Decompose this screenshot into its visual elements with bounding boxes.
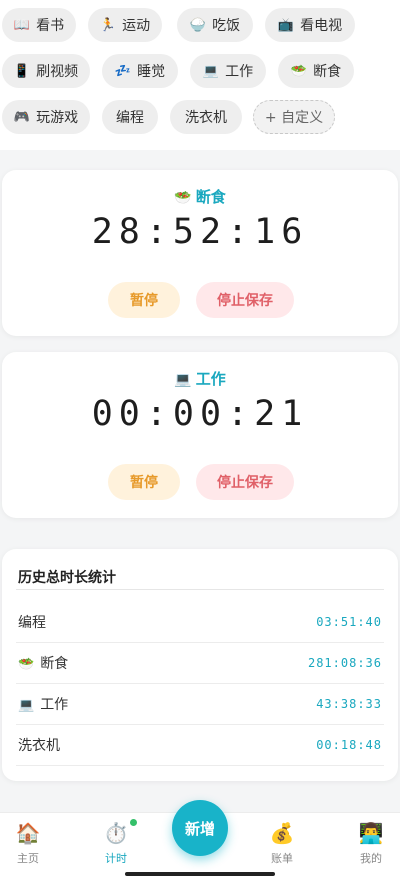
tab-bill[interactable]: 💰 账单 [252, 821, 312, 866]
chip-gaming[interactable]: 🎮 玩游戏 [2, 100, 90, 134]
salad-icon: 🥗 [290, 63, 308, 79]
tab-label: 主页 [17, 852, 39, 865]
chip-label: 玩游戏 [36, 110, 79, 126]
chip-add-custom[interactable]: + 自定义 [253, 100, 335, 134]
chip-label: 看书 [36, 18, 65, 34]
laptop-icon: 💻 [202, 63, 220, 79]
house-icon: 🏠 [15, 821, 41, 845]
timer-title: 💻 工作 [2, 368, 398, 389]
timer-title: 🥗 断食 [2, 186, 398, 207]
activity-label: 编程 [18, 615, 46, 631]
chip-label: + 自定义 [264, 110, 324, 126]
chip-reading[interactable]: 📖 看书 [2, 8, 76, 42]
activity-chip-panel: 📖 看书 🏃 运动 🍚 吃饭 📺 看电视 📱 刷视频 💤 睡觉 💻 工作 🥗 断… [0, 0, 400, 150]
timer-clock: 28:52:16 [91, 212, 309, 252]
timer-clock: 00:00:21 [91, 394, 309, 434]
history-stats-card: 历史总时长统计 编程 03:51:40 🥗 断食 281:08:36 💻 工作 43… [2, 549, 398, 781]
chip-label: 编程 [116, 110, 144, 126]
history-title: 历史总时长统计 [18, 570, 116, 586]
tab-timer[interactable]: ⏱️ 计时 [86, 821, 146, 866]
history-activity-name: 洗衣机 [16, 735, 60, 755]
laptop-icon: 💻 [18, 698, 35, 713]
runner-icon: 🏃 [99, 17, 117, 33]
active-indicator-dot [130, 819, 137, 826]
chip-label: 运动 [122, 18, 151, 34]
history-activity-name: 🥗 断食 [16, 653, 68, 673]
history-activity-name: 💻 工作 [16, 694, 68, 714]
salad-icon: 🥗 [18, 657, 35, 672]
chip-exercise[interactable]: 🏃 运动 [88, 8, 162, 42]
user-avatar-icon: 👨‍💻 [358, 821, 384, 845]
chip-label: 工作 [225, 64, 254, 80]
pause-button[interactable]: 暂停 [108, 464, 180, 500]
timer-name: 工作 [195, 370, 226, 388]
timer-name: 断食 [195, 188, 226, 206]
activity-label: 工作 [40, 697, 69, 713]
chip-row-1: 📖 看书 🏃 运动 🍚 吃饭 📺 看电视 [0, 8, 400, 54]
chip-eating[interactable]: 🍚 吃饭 [177, 8, 253, 42]
chip-label: 洗衣机 [185, 110, 227, 126]
chip-tv[interactable]: 📺 看电视 [265, 8, 355, 42]
chip-label: 看电视 [300, 18, 343, 34]
sleep-icon: 💤 [114, 63, 132, 79]
activity-label: 断食 [40, 656, 69, 672]
history-row: 编程 03:51:40 [16, 602, 384, 643]
tab-label: 账单 [271, 852, 293, 865]
gamepad-icon: 🎮 [13, 109, 31, 125]
stopwatch-icon: ⏱️ [103, 821, 129, 845]
history-duration: 281:08:36 [307, 656, 382, 670]
tab-home[interactable]: 🏠 主页 [0, 821, 58, 866]
history-duration: 03:51:40 [316, 615, 382, 629]
chip-row-2: 📱 刷视频 💤 睡觉 💻 工作 🥗 断食 [0, 54, 400, 100]
phone-icon: 📱 [13, 63, 31, 79]
divider [16, 589, 384, 590]
chip-washing-machine[interactable]: 洗衣机 [170, 100, 242, 134]
add-new-button[interactable]: 新增 [172, 800, 228, 856]
pause-button[interactable]: 暂停 [108, 282, 180, 318]
tab-mine[interactable]: 👨‍💻 我的 [341, 821, 400, 866]
history-row: 🥗 断食 281:08:36 [16, 643, 384, 684]
history-row: 💻 工作 43:38:33 [16, 684, 384, 725]
book-icon: 📖 [13, 17, 31, 33]
chip-row-3: 🎮 玩游戏 编程 洗衣机 + 自定义 [0, 100, 400, 146]
rice-bowl-icon: 🍚 [189, 17, 207, 33]
history-duration: 43:38:33 [316, 697, 382, 711]
chip-label: 断食 [313, 64, 342, 80]
chip-work[interactable]: 💻 工作 [190, 54, 266, 88]
chip-label: 吃饭 [212, 18, 241, 34]
money-bag-icon: 💰 [269, 821, 295, 845]
tab-label: 计时 [105, 852, 127, 865]
tab-label: 我的 [360, 852, 382, 865]
tv-icon: 📺 [277, 17, 295, 33]
stop-save-button[interactable]: 停止保存 [196, 464, 294, 500]
chip-programming[interactable]: 编程 [102, 100, 158, 134]
history-duration: 00:18:48 [316, 738, 382, 752]
chip-short-video[interactable]: 📱 刷视频 [2, 54, 90, 88]
activity-label: 洗衣机 [18, 738, 60, 754]
chip-label: 睡觉 [137, 64, 166, 80]
home-indicator [125, 872, 275, 876]
chip-sleep[interactable]: 💤 睡觉 [102, 54, 178, 88]
history-activity-name: 编程 [16, 612, 46, 632]
salad-icon: 🥗 [174, 190, 192, 206]
history-row: 洗衣机 00:18:48 [16, 725, 384, 766]
laptop-icon: 💻 [174, 372, 192, 388]
chip-label: 刷视频 [36, 64, 79, 80]
stop-save-button[interactable]: 停止保存 [196, 282, 294, 318]
timer-card-fasting: 🥗 断食 28:52:16 暂停 停止保存 [2, 170, 398, 336]
timer-card-work: 💻 工作 00:00:21 暂停 停止保存 [2, 352, 398, 518]
chip-fasting[interactable]: 🥗 断食 [278, 54, 354, 88]
